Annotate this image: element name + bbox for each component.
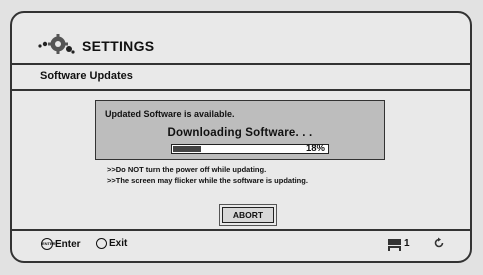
abort-button[interactable]: ABORT (219, 204, 277, 226)
reload-icon (434, 237, 444, 248)
warning-notes: >>Do NOT turn the power off while updati… (107, 164, 308, 186)
note-line: >>The screen may flicker while the softw… (107, 176, 308, 185)
divider (12, 89, 470, 91)
enter-button-icon: ENTER (41, 238, 56, 250)
enter-label: Enter (55, 238, 81, 250)
footer: ENTER Enter Exit 1 (12, 231, 470, 261)
exit-hint[interactable]: Exit (96, 238, 127, 249)
exit-button-icon (96, 238, 107, 249)
note-line: >>Do NOT turn the power off while updati… (107, 165, 267, 174)
disc-count: 1 (404, 238, 410, 249)
page-title: SETTINGS (82, 38, 155, 54)
section-title: Software Updates (40, 70, 133, 82)
header: SETTINGS (12, 13, 470, 65)
download-progress-bar: 18% (171, 143, 329, 154)
update-available-message: Updated Software is available. (105, 109, 235, 119)
disc-tray-icon (388, 239, 401, 251)
settings-screen: SETTINGS Software Updates Updated Softwa… (10, 11, 472, 263)
update-panel: Updated Software is available. Downloadi… (95, 100, 385, 160)
enter-hint[interactable]: ENTER Enter (41, 238, 81, 250)
settings-gear-icon (38, 34, 75, 54)
progress-fill (173, 146, 202, 152)
progress-percent: 18% (305, 143, 325, 154)
exit-label: Exit (109, 238, 128, 249)
download-status: Downloading Software. . . (167, 127, 313, 139)
